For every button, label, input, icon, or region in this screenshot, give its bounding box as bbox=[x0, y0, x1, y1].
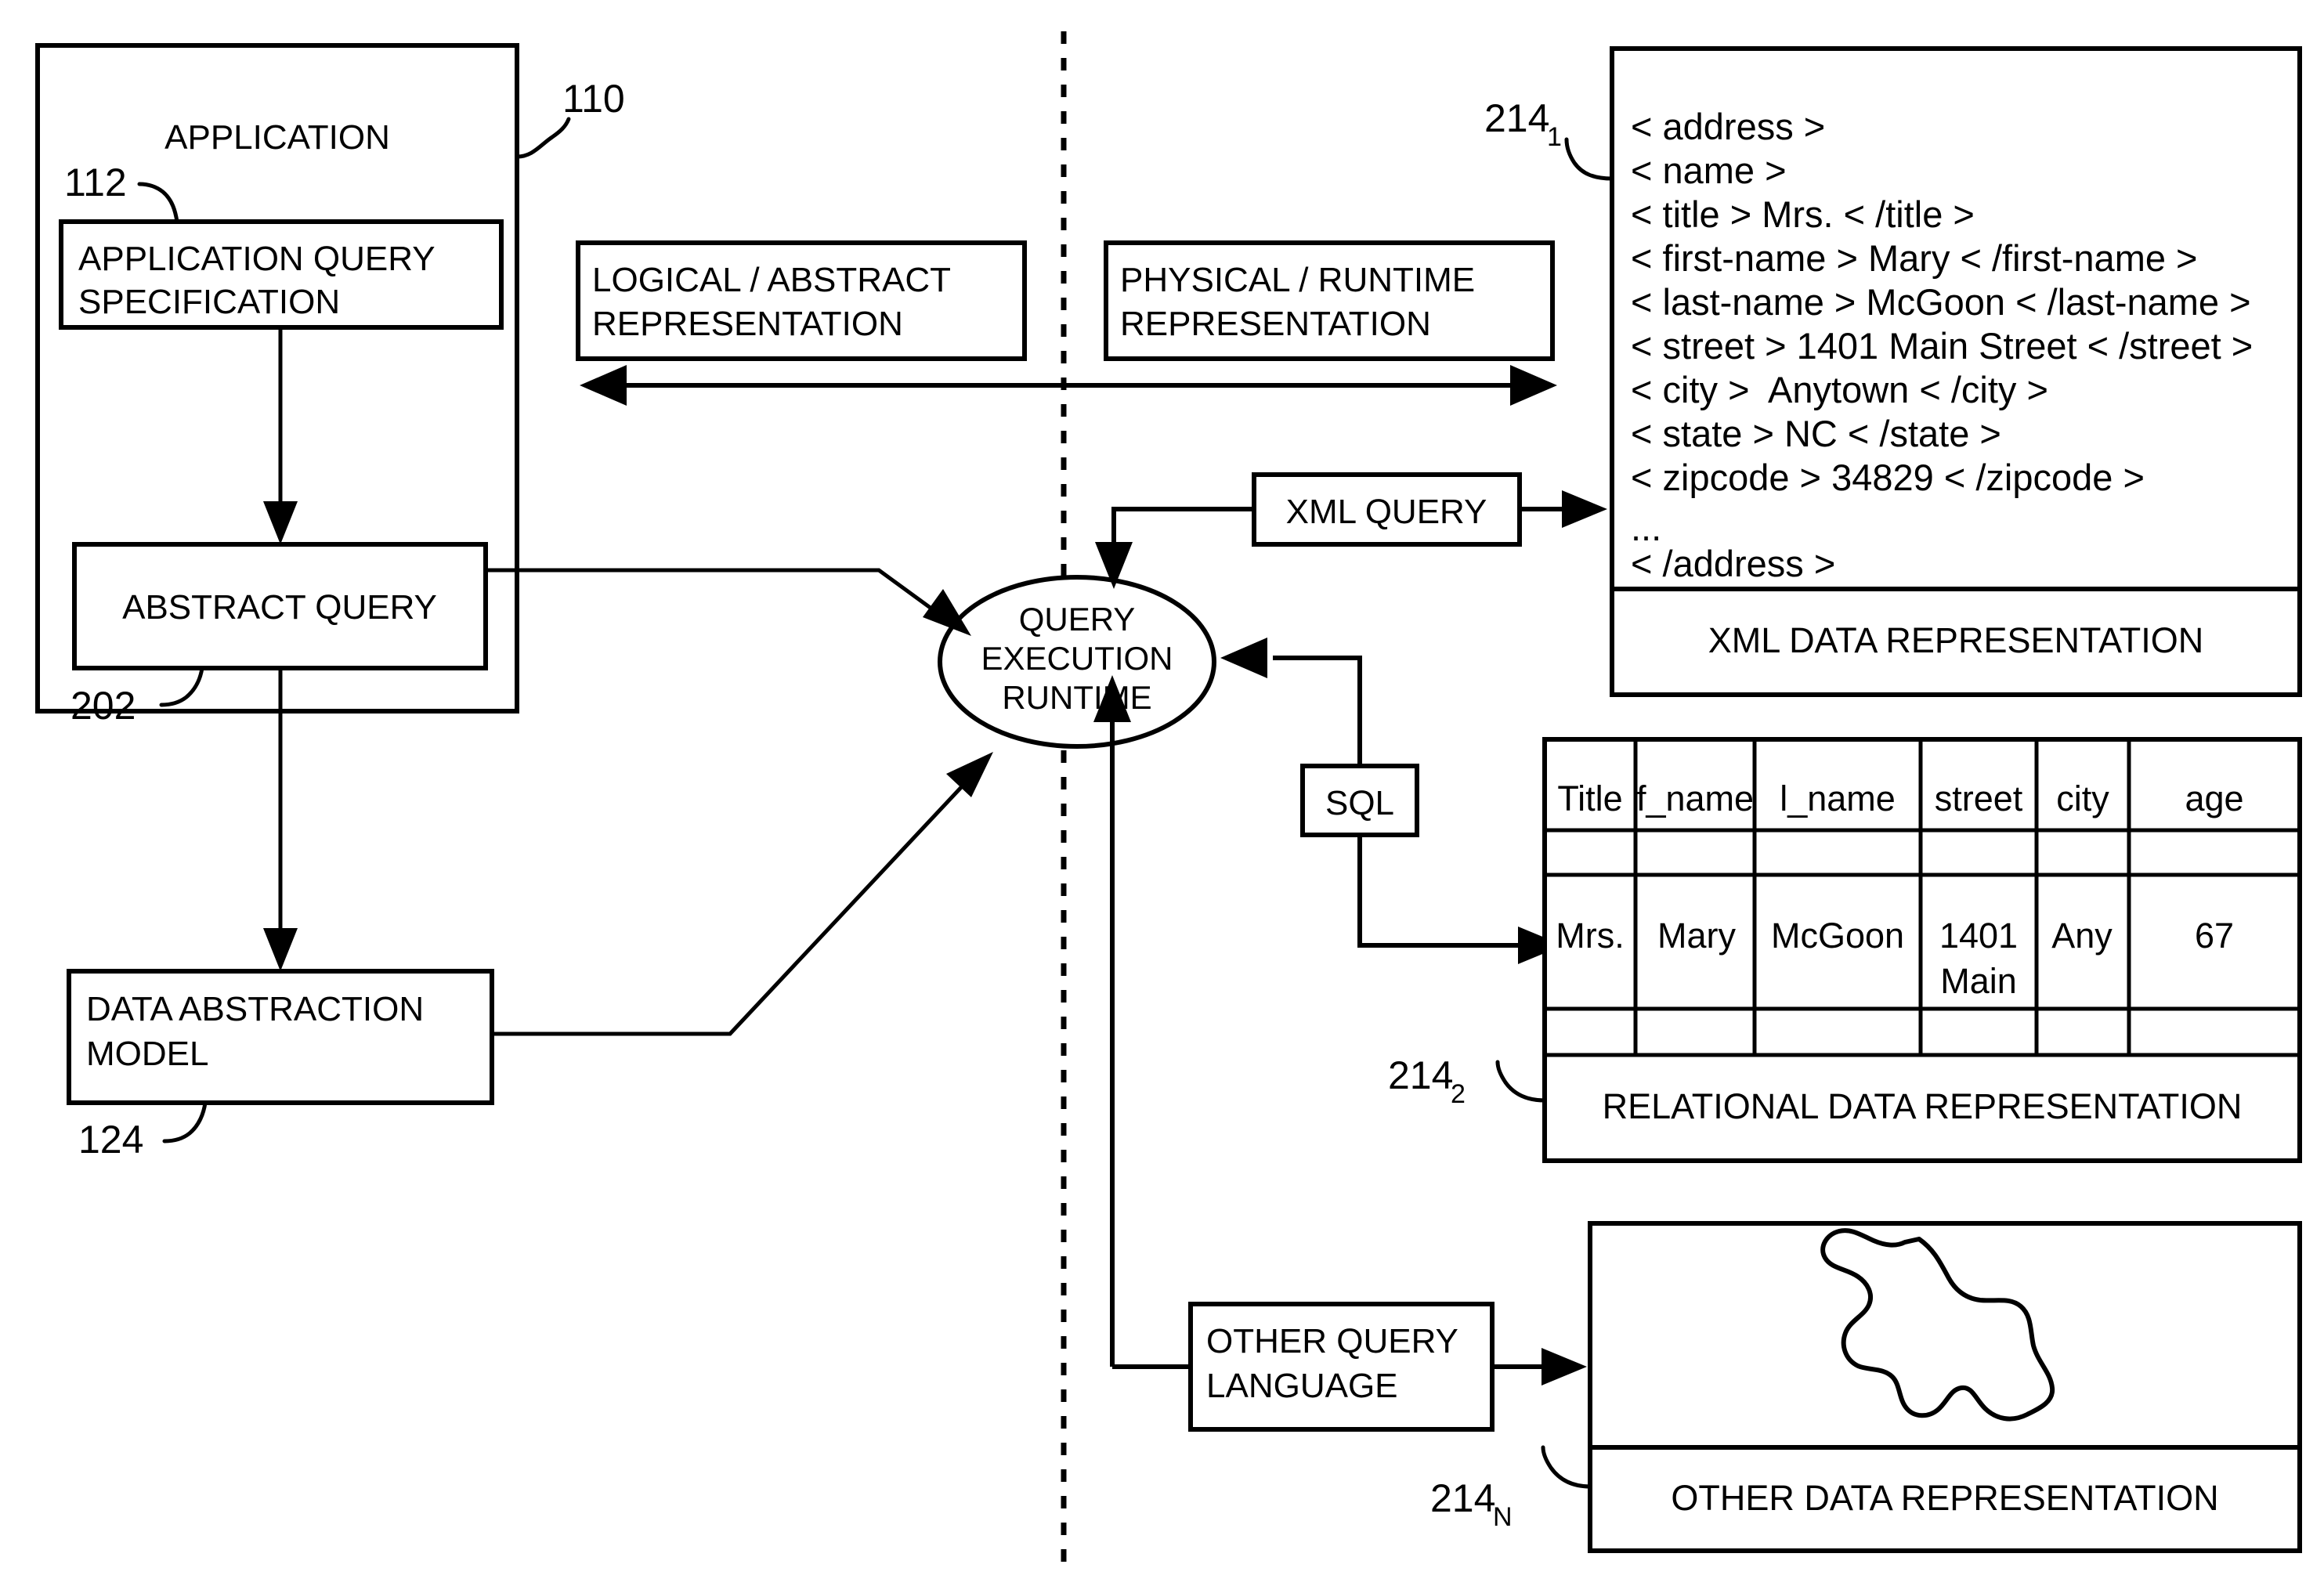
relational-data-representation-caption: RELATIONAL DATA REPRESENTATION bbox=[1603, 1086, 2243, 1126]
physical-representation-label-line2: REPRESENTATION bbox=[1120, 305, 1431, 343]
xml-ref-subscript: 1 bbox=[1547, 122, 1562, 152]
physical-representation-label-line1: PHYSICAL / RUNTIME bbox=[1120, 261, 1475, 299]
application-label: APPLICATION bbox=[164, 118, 390, 157]
other-ref: 214 bbox=[1430, 1476, 1495, 1520]
relational-data-representation-table[interactable]: Title f_name l_name street city age Mrs.… bbox=[1542, 737, 2302, 1163]
relational-ref: 214 bbox=[1388, 1053, 1453, 1097]
logical-representation-label-line2: REPRESENTATION bbox=[592, 305, 903, 343]
sql-to-relational-line bbox=[1357, 835, 1520, 948]
xml-line-6: < city > Anytown < /city > bbox=[1631, 369, 2048, 410]
relational-header-3: street bbox=[1935, 779, 2023, 818]
other-ref-leader bbox=[1541, 1445, 1592, 1489]
xml-data-representation-caption: XML DATA REPRESENTATION bbox=[1708, 620, 2204, 660]
abstract-query-label: ABSTRACT QUERY bbox=[122, 588, 437, 627]
abstract-query-ref: 202 bbox=[70, 684, 136, 728]
other-query-to-other-box-arrowhead bbox=[1542, 1348, 1587, 1385]
query-spec-ref: 112 bbox=[64, 161, 127, 204]
other-data-representation-caption: OTHER DATA REPRESENTATION bbox=[1671, 1478, 2218, 1518]
abstract-query-to-dam-arrowhead bbox=[263, 928, 298, 971]
data-abstraction-model-label-line1: DATA ABSTRACTION bbox=[86, 990, 424, 1028]
data-abstraction-model-label-line2: MODEL bbox=[86, 1035, 208, 1073]
sql-label: SQL bbox=[1325, 784, 1394, 822]
sql-runtime-return-arrowhead bbox=[1220, 638, 1267, 678]
relational-cell-street-line2: Main bbox=[1940, 961, 2017, 1001]
xml-line-1: < name > bbox=[1631, 150, 1787, 191]
relational-ref-subscript: 2 bbox=[1451, 1079, 1466, 1109]
relational-cell-age: 67 bbox=[2195, 916, 2234, 956]
relational-cell-f-name: Mary bbox=[1657, 916, 1736, 956]
relational-cell-l-name: McGoon bbox=[1771, 916, 1904, 956]
xml-line-7: < state > NC < /state > bbox=[1631, 413, 2001, 454]
other-data-representation-box-group[interactable]: OTHER DATA REPRESENTATION bbox=[1588, 1221, 2302, 1553]
relational-cell-city: Any bbox=[2051, 916, 2113, 956]
representation-spectrum-arrowhead-left bbox=[580, 365, 627, 406]
xml-line-0: < address > bbox=[1631, 106, 1825, 147]
patent-figure-diagram: APPLICATION 110 APPLICATION QUERY SPECIF… bbox=[35, 31, 2302, 1566]
query-execution-runtime-label-line2: EXECUTION bbox=[981, 640, 1173, 677]
sql-runtime-return-line bbox=[1273, 656, 1362, 766]
application-query-specification-label-line1: APPLICATION QUERY bbox=[78, 240, 436, 278]
relational-header-0: Title bbox=[1557, 779, 1622, 818]
xml-line-2: < title > Mrs. < /title > bbox=[1631, 193, 1975, 235]
xml-query-to-xml-box-arrowhead bbox=[1562, 490, 1607, 528]
xml-query-label: XML QUERY bbox=[1286, 493, 1487, 531]
relational-cell-title: Mrs. bbox=[1556, 916, 1624, 956]
logical-representation-label-line1: LOGICAL / ABSTRACT bbox=[592, 261, 951, 299]
application-ref: 110 bbox=[562, 77, 625, 121]
dam-to-runtime-arrowhead bbox=[946, 752, 993, 797]
relational-header-2: l_name bbox=[1780, 779, 1896, 818]
dam-to-runtime-line bbox=[492, 782, 967, 1036]
xml-query-to-runtime-line bbox=[1111, 507, 1254, 548]
representation-spectrum-arrowhead-right bbox=[1510, 365, 1557, 406]
relational-cell-street-line1: 1401 bbox=[1939, 916, 2018, 956]
relational-header-1: f_name bbox=[1636, 779, 1754, 818]
xml-line-10: < /address > bbox=[1631, 543, 1835, 584]
relational-header-4: city bbox=[2056, 779, 2109, 818]
application-ref-leader bbox=[515, 117, 571, 159]
abstract-query-to-runtime-line bbox=[486, 568, 938, 615]
data-abstraction-model-ref-leader bbox=[162, 1100, 208, 1143]
xml-line-5: < street > 1401 Main Street < /street > bbox=[1631, 325, 2253, 367]
relational-ref-leader bbox=[1495, 1060, 1547, 1103]
query-execution-runtime-label-line1: QUERY bbox=[1019, 601, 1136, 638]
xml-line-4: < last-name > McGoon < /last-name > bbox=[1631, 281, 2251, 323]
query-execution-runtime-label-line3: RUNTIME bbox=[1002, 679, 1151, 716]
other-query-language-label-line2: LANGUAGE bbox=[1206, 1367, 1398, 1405]
data-abstraction-model-ref: 124 bbox=[78, 1118, 143, 1162]
xml-line-3: < first-name > Mary < /first-name > bbox=[1631, 237, 2198, 279]
xml-ref: 214 bbox=[1484, 96, 1549, 140]
relational-header-5: age bbox=[2185, 779, 2243, 818]
xml-ref-leader bbox=[1564, 137, 1614, 181]
other-ref-subscript: N bbox=[1493, 1502, 1513, 1532]
xml-line-8: < zipcode > 34829 < /zipcode > bbox=[1631, 457, 2145, 498]
application-query-specification-label-line2: SPECIFICATION bbox=[78, 283, 340, 321]
other-query-language-label-line1: OTHER QUERY bbox=[1206, 1322, 1458, 1360]
